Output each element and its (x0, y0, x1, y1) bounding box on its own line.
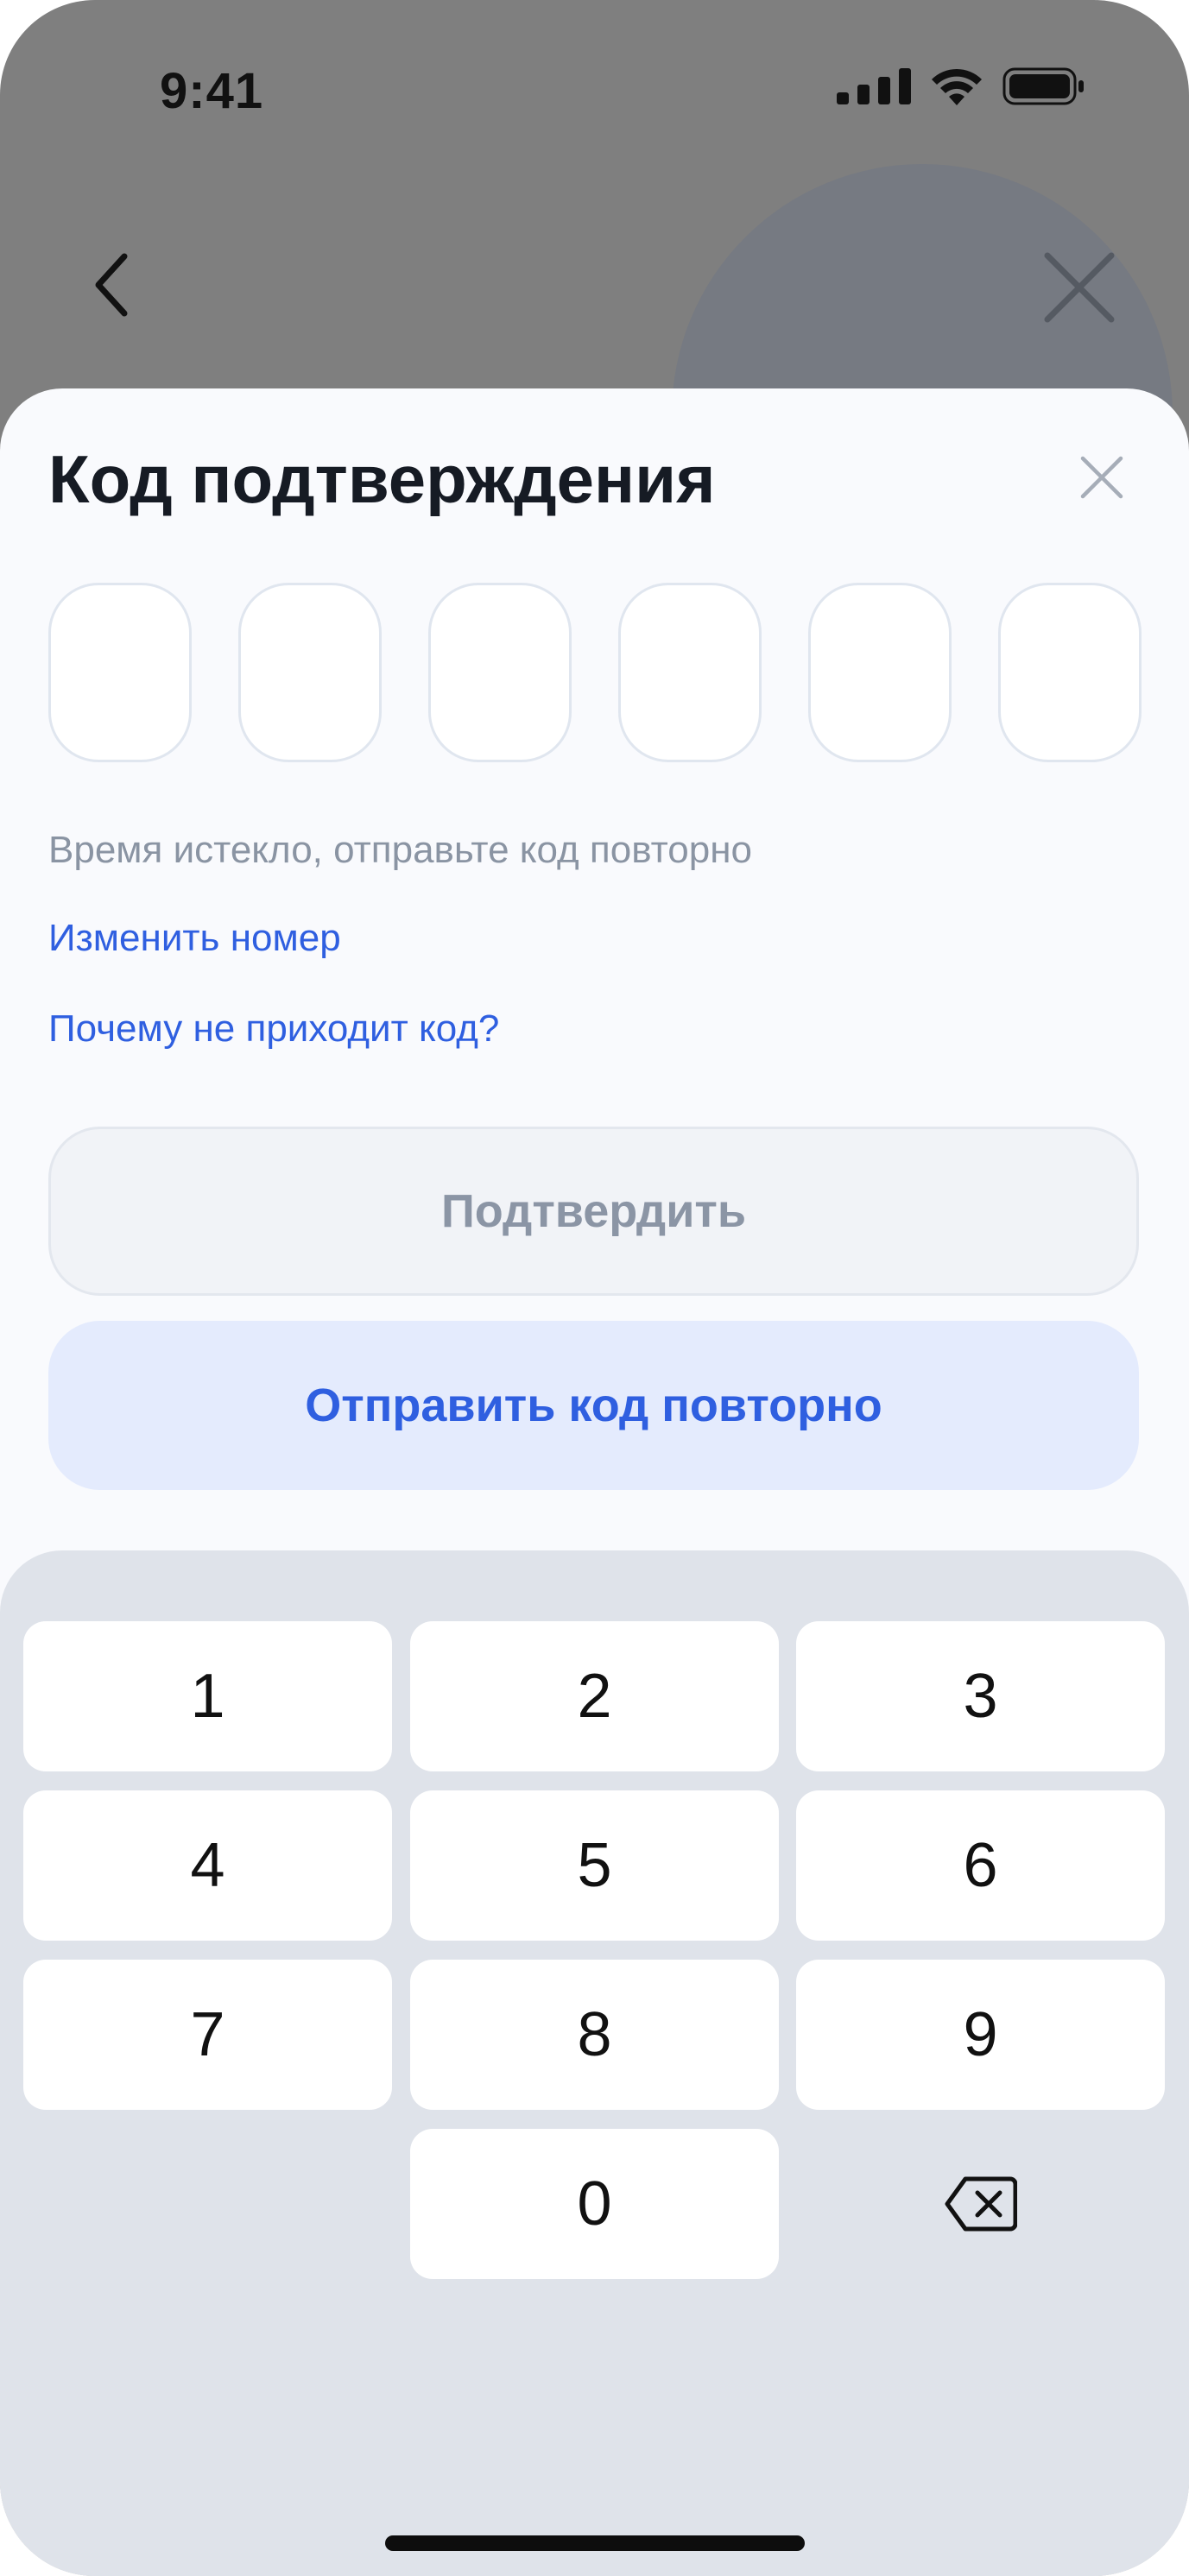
expired-message: Время истекло, отправьте код повторно (48, 829, 752, 871)
key-2[interactable]: 2 (410, 1621, 779, 1771)
key-5[interactable]: 5 (410, 1790, 779, 1941)
numeric-keypad: 1 2 3 4 5 6 7 8 9 0 (0, 1550, 1189, 2576)
phone-screen: 9:41 Код подтверждения Время истекло, от… (0, 0, 1189, 2576)
back-icon[interactable] (86, 246, 138, 324)
why-no-code-link[interactable]: Почему не приходит код? (48, 1007, 499, 1051)
resend-code-button[interactable]: Отправить код повторно (48, 1321, 1139, 1490)
sheet-title: Код подтверждения (48, 441, 716, 517)
sheet-close-icon[interactable] (1079, 455, 1124, 500)
code-input-row (48, 583, 1142, 762)
backspace-icon (945, 2176, 1017, 2232)
battery-icon (1002, 67, 1084, 105)
key-1[interactable]: 1 (23, 1621, 392, 1771)
code-digit-input[interactable] (618, 583, 762, 762)
key-9[interactable]: 9 (796, 1960, 1165, 2110)
key-3[interactable]: 3 (796, 1621, 1165, 1771)
confirm-button[interactable]: Подтвердить (48, 1127, 1139, 1296)
code-digit-input[interactable] (238, 583, 382, 762)
code-digit-input[interactable] (808, 583, 952, 762)
code-digit-input[interactable] (48, 583, 192, 762)
status-time: 9:41 (160, 63, 264, 119)
wifi-icon (932, 68, 982, 105)
code-digit-input[interactable] (428, 583, 572, 762)
key-4[interactable]: 4 (23, 1790, 392, 1941)
change-number-link[interactable]: Изменить номер (48, 917, 341, 960)
key-8[interactable]: 8 (410, 1960, 779, 2110)
key-6[interactable]: 6 (796, 1790, 1165, 1941)
code-digit-input[interactable] (998, 583, 1142, 762)
cellular-signal-icon (837, 68, 911, 104)
status-icons (837, 67, 1085, 105)
key-0[interactable]: 0 (410, 2129, 779, 2279)
close-icon[interactable] (1040, 249, 1118, 326)
home-indicator (385, 2535, 805, 2551)
key-7[interactable]: 7 (23, 1960, 392, 2110)
delete-key[interactable] (796, 2129, 1165, 2279)
